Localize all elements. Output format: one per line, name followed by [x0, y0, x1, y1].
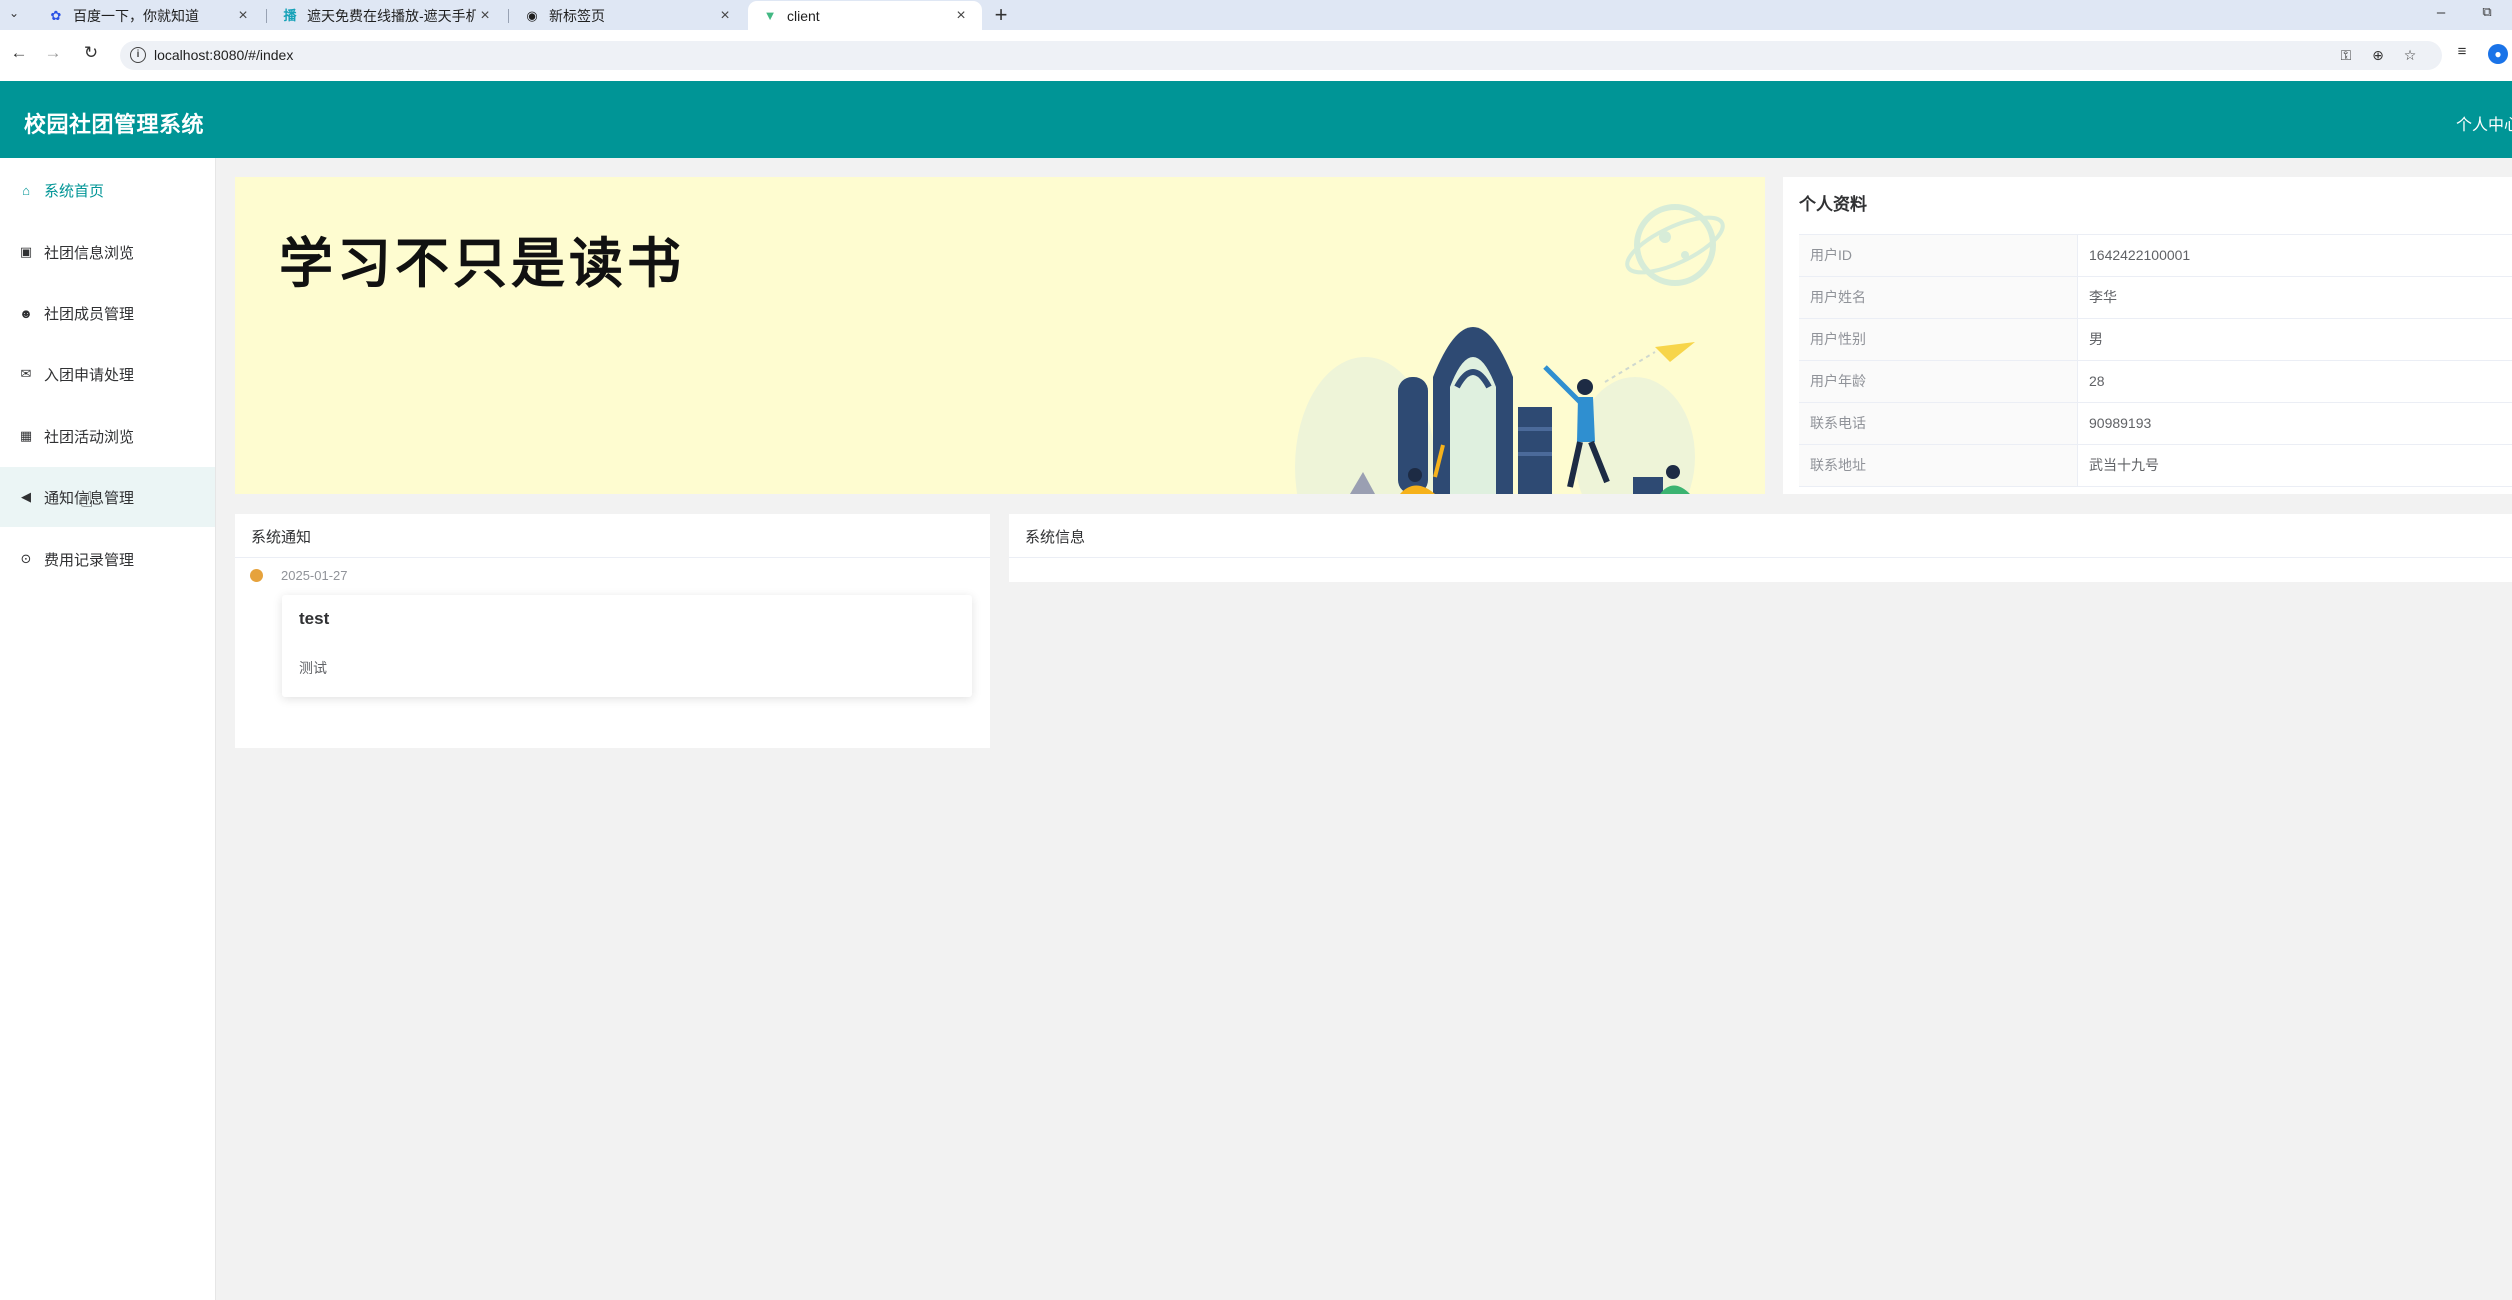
browser-tab-baidu[interactable]: ✿ 百度一下，你就知道 ×: [34, 1, 264, 30]
profile-value: 李华: [2089, 289, 2117, 305]
close-icon[interactable]: ×: [476, 7, 494, 25]
sidebar-item-club-info[interactable]: ▣ 社团信息浏览: [0, 222, 215, 282]
baidu-paw-icon: ✿: [50, 7, 62, 23]
browser-tab-label: 新标签页: [549, 7, 605, 24]
site-info-icon[interactable]: i: [130, 47, 146, 63]
hero-banner: 学习不只是读书: [235, 177, 1765, 494]
sysinfo-card-title: 系统信息: [1025, 529, 1086, 546]
browser-tab-label: 遮天免费在线播放-遮天手机高清: [307, 7, 476, 24]
circle-icon: ⊙: [20, 551, 32, 566]
close-icon[interactable]: ×: [716, 7, 734, 25]
profile-value: 1642422100001: [2089, 247, 2191, 263]
profile-key: 用户ID: [1799, 235, 2078, 276]
video-site-icon: 播: [283, 7, 297, 23]
timeline-dot: [250, 569, 263, 582]
timeline-date: 2025-01-27: [281, 568, 348, 583]
forward-arrow-icon[interactable]: →: [40, 40, 66, 66]
notice-item-title: test: [299, 609, 330, 628]
profile-value: 28: [2089, 373, 2105, 389]
card-divider: [235, 557, 990, 558]
profile-key: 用户姓名: [1799, 277, 2078, 318]
browser-tab-newtab[interactable]: ◉ 新标签页 ×: [510, 1, 746, 30]
address-bar[interactable]: i localhost:8080/#/index ⚿ ⊕ ☆: [120, 41, 2442, 70]
zoom-icon[interactable]: ⊕: [2368, 47, 2388, 65]
card-divider: [1009, 557, 2512, 558]
password-key-icon[interactable]: ⚿: [2336, 47, 2356, 65]
notice-item-card[interactable]: test 测试: [282, 595, 972, 697]
sidebar-item-label: 社团成员管理: [44, 305, 135, 323]
sidebar-item-activities[interactable]: ▦ 社团活动浏览: [0, 406, 215, 466]
profile-card: 个人资料 用户ID 1642422100001 用户姓名 李华 用户性别 男 用…: [1783, 177, 2512, 494]
vue-logo-icon: ▼: [763, 7, 777, 23]
user-center-link[interactable]: 个人中心: [2456, 111, 2512, 135]
browser-tab-label: client: [787, 7, 820, 24]
profile-row-address: 联系地址 武当十九号: [1799, 445, 2512, 487]
notice-card-title: 系统通知: [251, 529, 312, 546]
chrome-icon: ◉: [526, 7, 538, 23]
profile-row-gender: 用户性别 男: [1799, 319, 2512, 361]
close-icon[interactable]: ×: [952, 7, 970, 25]
tab-divider: [266, 9, 267, 23]
reload-icon[interactable]: ↻: [78, 40, 104, 66]
calculator-icon: ▦: [19, 428, 33, 443]
tab-search-chevron-icon[interactable]: ⌄: [4, 6, 24, 24]
app-header: 校园社团管理系统 个人中心: [0, 81, 2512, 158]
megaphone-icon: ◀: [21, 489, 31, 504]
sidebar-item-label: 系统首页: [44, 182, 105, 200]
profile-descriptions: 用户ID 1642422100001 用户姓名 李华 用户性别 男 用户年龄 2…: [1799, 234, 2512, 487]
envelope-icon: ✉: [20, 366, 32, 381]
close-icon[interactable]: ×: [234, 7, 252, 25]
profile-value: 90989193: [2089, 415, 2152, 431]
app-title: 校园社团管理系统: [24, 112, 205, 137]
profile-card-title: 个人资料: [1799, 195, 1867, 214]
browser-tab-video[interactable]: 播 遮天免费在线播放-遮天手机高清 ×: [268, 1, 506, 30]
new-tab-plus-icon[interactable]: +: [988, 2, 1014, 28]
sidebar-item-label: 费用记录管理: [44, 551, 135, 569]
browser-toolbar: ← → ↻ i localhost:8080/#/index ⚿ ⊕ ☆ ≡ ●: [0, 30, 2512, 81]
sidebar-item-notices[interactable]: ◀ 通知信息管理: [0, 467, 215, 527]
notice-item-content: 测试: [299, 660, 327, 676]
profile-row-age: 用户年龄 28: [1799, 361, 2512, 403]
restore-icon[interactable]: ⧉: [2476, 4, 2498, 20]
sidebar-menu: ⌂ 系统首页 ▣ 社团信息浏览 ☻ 社团成员管理 ✉ 入团申请处理 ▦ 社团活动…: [0, 158, 216, 1300]
system-notice-card: 系统通知 2025-01-27 test 测试: [235, 514, 990, 748]
hand-cursor-icon: ☝: [80, 487, 94, 512]
sidebar-item-members[interactable]: ☻ 社团成员管理: [0, 283, 215, 343]
profile-key: 联系电话: [1799, 403, 2078, 444]
profile-key: 联系地址: [1799, 445, 2078, 486]
browser-tab-client[interactable]: ▼ client ×: [748, 1, 982, 30]
sidebar-item-fees[interactable]: ⊙ 费用记录管理: [0, 529, 215, 589]
minimize-icon[interactable]: –: [2430, 4, 2452, 21]
browser-tab-bar: ⌄ ✿ 百度一下，你就知道 × 播 遮天免费在线播放-遮天手机高清 × ◉ 新标…: [0, 0, 2512, 30]
profile-row-user-name: 用户姓名 李华: [1799, 277, 2512, 319]
sidebar-item-home[interactable]: ⌂ 系统首页: [0, 160, 215, 220]
home-icon: ⌂: [22, 182, 30, 198]
profile-key: 用户性别: [1799, 319, 2078, 360]
back-arrow-icon[interactable]: ←: [6, 40, 32, 66]
profile-row-phone: 联系电话 90989193: [1799, 403, 2512, 445]
sidebar-item-label: 社团信息浏览: [44, 244, 135, 262]
users-icon: ☻: [19, 305, 33, 321]
profile-avatar-icon[interactable]: ●: [2488, 44, 2508, 64]
system-info-card: 系统信息: [1009, 514, 2512, 582]
profile-key: 用户年龄: [1799, 361, 2078, 402]
profile-row-user-id: 用户ID 1642422100001: [1799, 235, 2512, 277]
address-url[interactable]: localhost:8080/#/index: [154, 47, 293, 63]
tab-divider: [508, 9, 509, 23]
sidebar-item-label: 入团申请处理: [44, 366, 135, 384]
bookmark-star-icon[interactable]: ☆: [2400, 47, 2420, 65]
sidebar-item-applications[interactable]: ✉ 入团申请处理: [0, 344, 215, 404]
profile-value: 武当十九号: [2089, 457, 2159, 473]
reading-list-icon[interactable]: ≡: [2450, 43, 2474, 67]
sidebar-item-label: 社团活动浏览: [44, 428, 135, 446]
profile-value: 男: [2089, 331, 2103, 347]
train-icon: ▣: [19, 244, 33, 259]
banner-illustration: [1295, 204, 1725, 494]
browser-tab-label: 百度一下，你就知道: [73, 7, 199, 24]
